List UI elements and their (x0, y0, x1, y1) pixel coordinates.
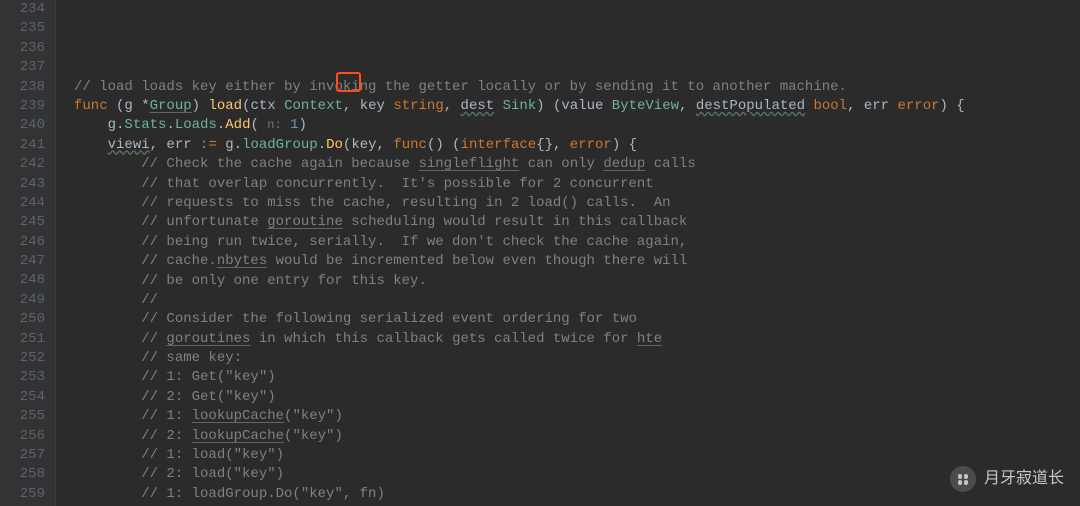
code-line[interactable]: // 2: Get("key") (74, 388, 1080, 407)
line-number: 243 (0, 175, 45, 194)
line-number: 234 (0, 0, 45, 19)
code-line[interactable]: // Consider the following serialized eve… (74, 310, 1080, 329)
code-line[interactable]: func (g *Group) load(ctx Context, key st… (74, 97, 1080, 116)
line-number-gutter: 2342352362372382392402412422432442452462… (0, 0, 56, 506)
code-line[interactable] (74, 58, 1080, 77)
code-line[interactable]: g.Stats.Loads.Add( n: 1) (74, 116, 1080, 135)
wechat-icon (950, 466, 976, 492)
line-number: 255 (0, 407, 45, 426)
line-number: 238 (0, 78, 45, 97)
line-number: 240 (0, 116, 45, 135)
line-number: 251 (0, 330, 45, 349)
line-number: 252 (0, 349, 45, 368)
line-number: 254 (0, 388, 45, 407)
code-line[interactable]: // unfortunate goroutine scheduling woul… (74, 213, 1080, 232)
code-line[interactable]: // goroutines in which this callback get… (74, 330, 1080, 349)
code-line[interactable]: // 2: load("key") (74, 465, 1080, 484)
line-number: 241 (0, 136, 45, 155)
code-line[interactable]: // 2: lookupCache("key") (74, 427, 1080, 446)
code-line[interactable]: // cache.nbytes would be incremented bel… (74, 252, 1080, 271)
code-line[interactable]: // be only one entry for this key. (74, 272, 1080, 291)
line-number: 248 (0, 271, 45, 290)
line-number: 239 (0, 97, 45, 116)
code-line[interactable]: // that overlap concurrently. It's possi… (74, 175, 1080, 194)
code-line[interactable]: // same key: (74, 349, 1080, 368)
line-number: 237 (0, 58, 45, 77)
code-line[interactable]: // (74, 291, 1080, 310)
code-line[interactable]: // 1: Get("key") (74, 368, 1080, 387)
watermark-text: 月牙寂道长 (984, 469, 1064, 488)
line-number: 247 (0, 252, 45, 271)
code-line[interactable]: // 1: lookupCache("key") (74, 407, 1080, 426)
code-line[interactable]: // requests to miss the cache, resulting… (74, 194, 1080, 213)
code-line[interactable]: // 1: load("key") (74, 446, 1080, 465)
line-number: 249 (0, 291, 45, 310)
watermark: 月牙寂道长 (950, 466, 1064, 492)
line-number: 259 (0, 485, 45, 504)
line-number: 244 (0, 194, 45, 213)
line-number: 250 (0, 310, 45, 329)
code-line[interactable]: // 1: loadGroup.Do("key", fn) (74, 485, 1080, 504)
line-number: 236 (0, 39, 45, 58)
code-line[interactable]: viewi, err := g.loadGroup.Do(key, func()… (74, 136, 1080, 155)
code-line[interactable]: // being run twice, serially. If we don'… (74, 233, 1080, 252)
line-number: 235 (0, 19, 45, 38)
code-line[interactable]: // Check the cache again because singlef… (74, 155, 1080, 174)
line-number: 246 (0, 233, 45, 252)
line-number: 245 (0, 213, 45, 232)
code-line[interactable]: // load loads key either by invoking the… (74, 78, 1080, 97)
line-number: 242 (0, 155, 45, 174)
code-editor[interactable]: 2342352362372382392402412422432442452462… (0, 0, 1080, 506)
code-area[interactable]: // load loads key either by invoking the… (56, 0, 1080, 506)
line-number: 256 (0, 427, 45, 446)
line-number: 258 (0, 465, 45, 484)
line-number: 253 (0, 368, 45, 387)
line-number: 257 (0, 446, 45, 465)
